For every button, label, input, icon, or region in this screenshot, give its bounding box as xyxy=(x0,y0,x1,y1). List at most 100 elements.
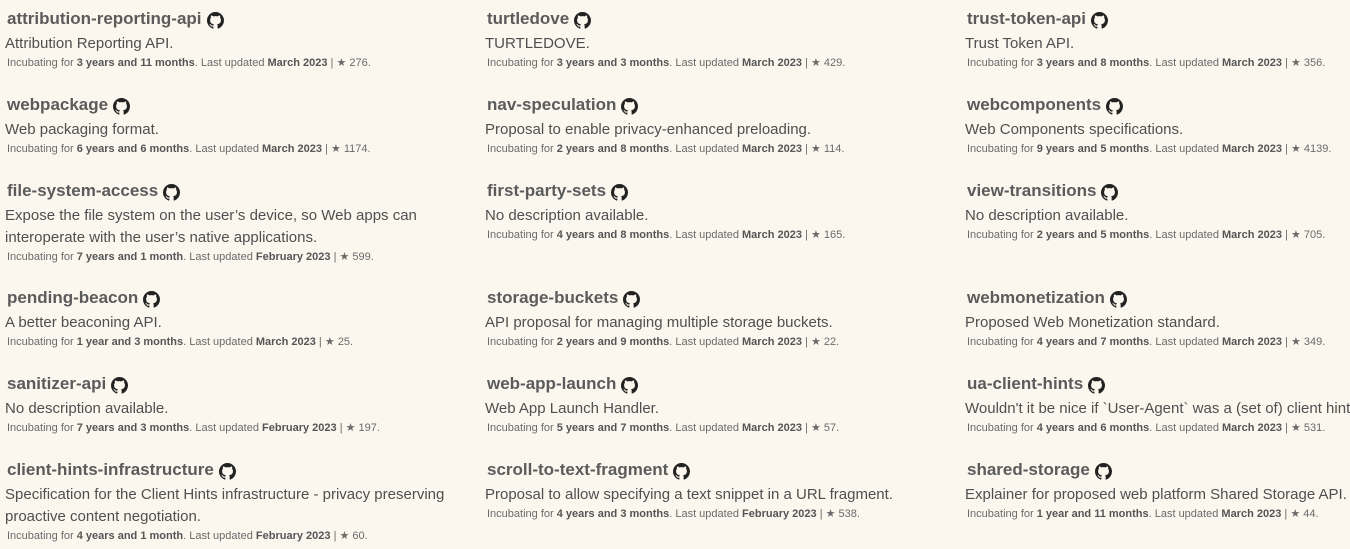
github-icon[interactable] xyxy=(1088,376,1106,394)
github-icon[interactable] xyxy=(1109,290,1127,308)
project-title-row: client-hints-infrastructure xyxy=(5,457,475,483)
star-icon: ★ xyxy=(1290,57,1301,69)
project-description: Wouldn't it be nice if `User-Agent` was … xyxy=(965,400,1350,417)
project-title-link[interactable]: web-app-launch xyxy=(487,374,616,394)
project-title-link[interactable]: ua-client-hints xyxy=(967,374,1083,394)
project-title-row: view-transitions xyxy=(965,178,1350,204)
star-icon: ★ xyxy=(345,422,356,434)
project-age: 4 years and 6 months xyxy=(1036,422,1150,434)
project-card: client-hints-infrastructure Specificatio… xyxy=(5,457,475,545)
project-age: 1 year and 3 months xyxy=(76,336,184,348)
github-icon[interactable] xyxy=(1106,97,1124,115)
project-stars: 165. xyxy=(823,229,846,241)
incubating-label: Incubating for xyxy=(967,336,1034,348)
separator: | xyxy=(318,336,322,348)
github-icon[interactable] xyxy=(1101,183,1119,201)
project-description: No description available. xyxy=(485,207,649,224)
project-meta: Incubating for 4 years and 8 months. Las… xyxy=(485,227,955,244)
project-age: 7 years and 1 month xyxy=(76,251,184,263)
project-title-link[interactable]: shared-storage xyxy=(967,460,1090,480)
project-updated: March 2023 xyxy=(742,57,802,69)
project-description: API proposal for managing multiple stora… xyxy=(485,314,833,331)
separator: | xyxy=(1285,229,1288,241)
project-title-link[interactable]: trust-token-api xyxy=(967,9,1086,29)
separator: | xyxy=(333,251,337,263)
star-icon: ★ xyxy=(810,422,821,434)
star-icon: ★ xyxy=(1290,143,1301,155)
github-icon[interactable] xyxy=(574,11,592,29)
github-icon[interactable] xyxy=(621,97,639,115)
project-meta: Incubating for 2 years and 9 months. Las… xyxy=(485,334,955,351)
project-meta: Incubating for 4 years and 6 months. Las… xyxy=(965,420,1350,437)
updated-label: . Last updated xyxy=(669,143,739,155)
separator: | xyxy=(1285,422,1288,434)
separator: | xyxy=(339,422,343,434)
project-title-link[interactable]: scroll-to-text-fragment xyxy=(487,460,668,480)
project-age: 6 years and 6 months xyxy=(76,143,190,155)
github-icon[interactable] xyxy=(611,183,629,201)
project-title-link[interactable]: webpackage xyxy=(7,95,108,115)
project-meta: Incubating for 1 year and 11 months. Las… xyxy=(965,506,1350,523)
github-icon[interactable] xyxy=(163,183,181,201)
project-stars: 349. xyxy=(1303,336,1326,348)
project-age: 5 years and 7 months xyxy=(556,422,670,434)
github-icon[interactable] xyxy=(206,11,224,29)
star-icon: ★ xyxy=(810,229,821,241)
project-updated: March 2023 xyxy=(1222,143,1282,155)
project-age: 4 years and 8 months xyxy=(556,229,670,241)
project-age: 4 years and 1 month xyxy=(76,530,184,542)
project-card: shared-storage Explainer for proposed we… xyxy=(965,457,1350,523)
github-icon[interactable] xyxy=(1094,462,1112,480)
project-title-link[interactable]: storage-buckets xyxy=(487,288,618,308)
project-title-link[interactable]: turtledove xyxy=(487,9,569,29)
github-icon[interactable] xyxy=(623,290,641,308)
project-updated: February 2023 xyxy=(262,422,337,434)
github-icon[interactable] xyxy=(111,376,129,394)
incubating-label: Incubating for xyxy=(487,508,554,520)
project-title-link[interactable]: pending-beacon xyxy=(7,288,138,308)
project-description: Proposed Web Monetization standard. xyxy=(965,314,1220,331)
project-age: 3 years and 3 months xyxy=(556,57,670,69)
project-grid: attribution-reporting-api Attribution Re… xyxy=(0,0,1350,549)
separator: | xyxy=(805,336,808,348)
project-stars: 197. xyxy=(358,422,380,434)
project-title-link[interactable]: client-hints-infrastructure xyxy=(7,460,214,480)
star-icon: ★ xyxy=(336,57,347,69)
project-title-link[interactable]: file-system-access xyxy=(7,181,158,201)
project-stars: 25. xyxy=(337,336,354,348)
project-age: 2 years and 5 months xyxy=(1036,229,1150,241)
project-title-link[interactable]: attribution-reporting-api xyxy=(7,9,202,29)
project-meta: Incubating for 3 years and 3 months. Las… xyxy=(485,55,955,72)
project-title-row: turtledove xyxy=(485,6,955,32)
github-icon[interactable] xyxy=(1091,11,1108,29)
project-title-row: attribution-reporting-api xyxy=(5,6,475,32)
project-title-link[interactable]: first-party-sets xyxy=(487,181,606,201)
separator: | xyxy=(333,530,337,542)
project-title-link[interactable]: webcomponents xyxy=(967,95,1101,115)
github-icon[interactable] xyxy=(621,376,639,394)
project-title-link[interactable]: sanitizer-api xyxy=(7,374,106,394)
separator: | xyxy=(805,143,808,155)
project-title-link[interactable]: view-transitions xyxy=(967,181,1096,201)
incubating-label: Incubating for xyxy=(487,57,554,69)
incubating-label: Incubating for xyxy=(967,143,1034,155)
project-meta: Incubating for 4 years and 1 month. Last… xyxy=(5,528,475,545)
star-icon: ★ xyxy=(1290,336,1301,348)
github-icon[interactable] xyxy=(673,462,691,480)
project-card: first-party-sets No description availabl… xyxy=(485,178,955,244)
project-title-row: first-party-sets xyxy=(485,178,955,204)
separator: | xyxy=(1284,508,1288,520)
github-icon[interactable] xyxy=(113,97,131,115)
github-icon[interactable] xyxy=(218,462,236,480)
star-icon: ★ xyxy=(810,143,821,155)
project-title-link[interactable]: webmonetization xyxy=(967,288,1105,308)
separator: | xyxy=(1285,143,1288,155)
project-stars: 276. xyxy=(349,57,371,69)
star-icon: ★ xyxy=(339,251,350,263)
project-updated: March 2023 xyxy=(1222,422,1282,434)
project-stars: 599. xyxy=(352,251,374,263)
incubating-label: Incubating for xyxy=(967,229,1034,241)
github-icon[interactable] xyxy=(143,290,161,308)
project-meta: Incubating for 5 years and 7 months. Las… xyxy=(485,420,955,437)
project-title-link[interactable]: nav-speculation xyxy=(487,95,616,115)
